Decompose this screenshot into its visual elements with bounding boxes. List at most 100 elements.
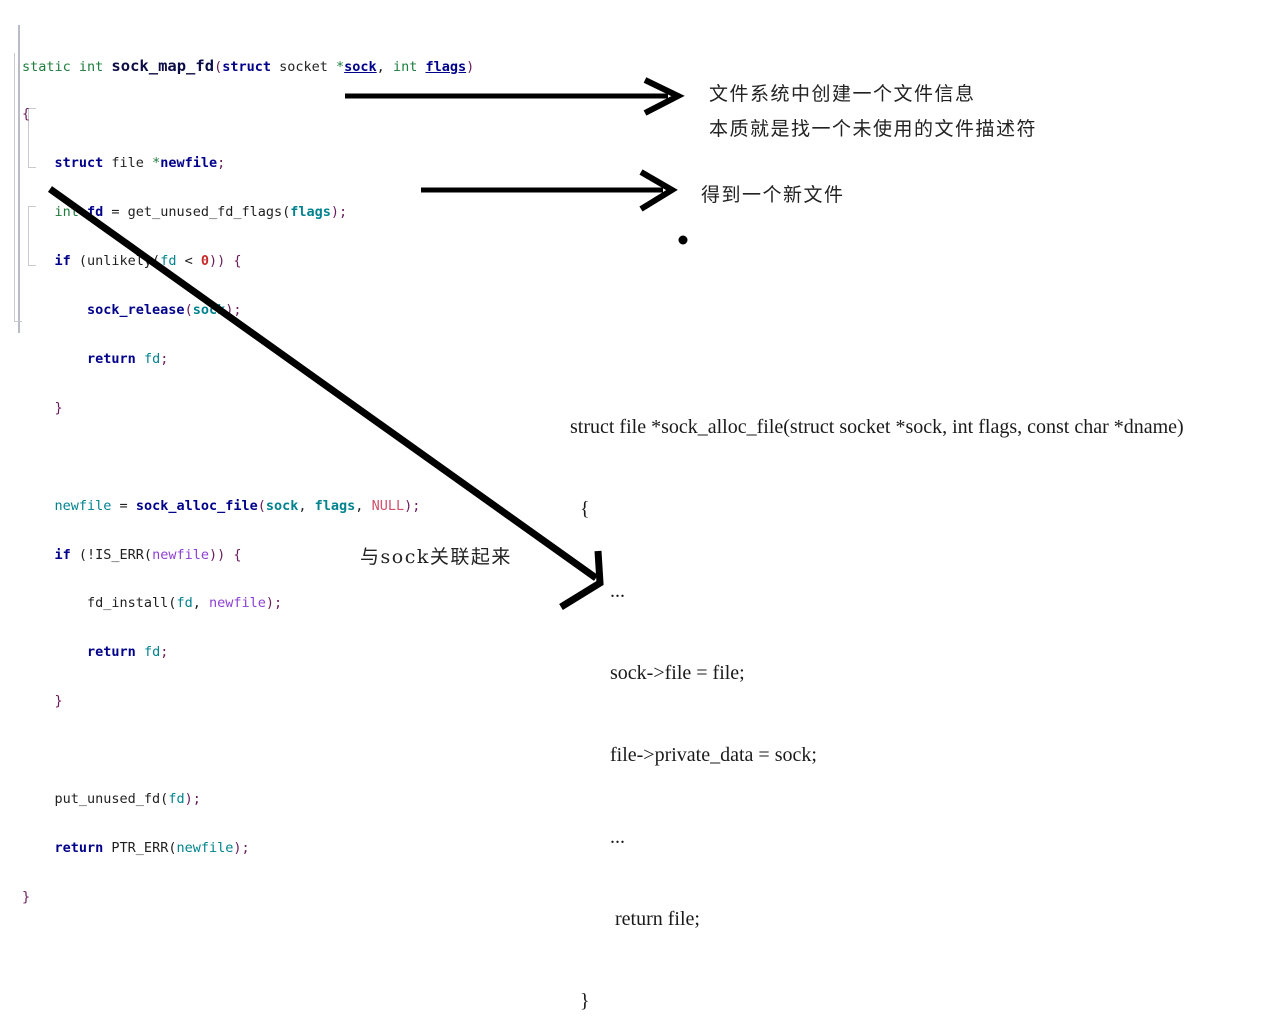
- code-token: return: [87, 644, 136, 661]
- code-token: {: [22, 106, 31, 123]
- code-token: *: [152, 155, 161, 172]
- code-token: ): [466, 58, 475, 75]
- code-token: flags: [314, 497, 356, 514]
- code-token: );: [265, 595, 283, 612]
- code-token: );: [233, 839, 250, 856]
- code-token: ;: [160, 350, 169, 367]
- code-token: int: [54, 204, 88, 221]
- code-token: fd: [143, 644, 161, 661]
- code-token: sock_alloc_file: [135, 497, 258, 514]
- code-token: =: [111, 497, 136, 514]
- code-token: newfile: [54, 497, 112, 514]
- snippet-line: struct file *sock_alloc_file(struct sock…: [570, 416, 1184, 438]
- code-lines: static int sock_map_fd(struct socket *so…: [22, 25, 474, 938]
- code-token: ,: [376, 58, 393, 75]
- code-line: sock_release(sock);: [22, 302, 474, 318]
- code-token: (: [257, 497, 266, 514]
- annotation-note-2: 得到一个新文件: [701, 184, 845, 206]
- code-token: (: [214, 58, 223, 75]
- annotation-note-3: 与sock关联起来: [360, 546, 512, 568]
- code-token: struct: [54, 155, 104, 172]
- code-token: if: [54, 546, 71, 563]
- snippet-line: ...: [570, 580, 625, 602]
- code-token: int: [392, 58, 426, 75]
- snippet-line: sock->file = file;: [570, 662, 745, 684]
- annotation-note-1-line-1: 文件系统中创建一个文件信息: [709, 83, 976, 105]
- code-token: fd_install(: [22, 595, 177, 612]
- code-token: if: [54, 253, 71, 270]
- snippet-line: }: [570, 990, 590, 1012]
- code-token: sock: [192, 302, 226, 319]
- code-editor-panel: static int sock_map_fd(struct socket *so…: [0, 25, 520, 905]
- code-token: );: [225, 302, 242, 319]
- code-token: newfile: [208, 595, 266, 612]
- code-line: return PTR_ERR(newfile);: [22, 840, 474, 856]
- code-token: ,: [298, 497, 315, 514]
- code-token: return: [87, 350, 136, 367]
- code-token: sock: [344, 58, 377, 75]
- code-line: struct file *newfile;: [22, 155, 474, 171]
- code-token: <: [176, 253, 201, 270]
- code-token: );: [330, 204, 348, 221]
- code-token: fd: [143, 350, 161, 367]
- snippet-line: return file;: [570, 908, 700, 930]
- code-token: );: [404, 497, 421, 514]
- code-token: ;: [160, 644, 169, 661]
- code-token: }: [22, 888, 31, 905]
- code-token: ,: [192, 595, 209, 612]
- code-token: ;: [217, 155, 226, 172]
- code-line: }: [22, 693, 474, 709]
- code-token: fd: [176, 595, 193, 612]
- code-token: )) {: [208, 253, 242, 270]
- code-token: }: [22, 399, 63, 416]
- code-token: NULL: [371, 497, 405, 514]
- annotation-note-1-line-2: 本质就是找一个未使用的文件描述符: [709, 118, 1038, 140]
- code-token: *: [336, 58, 345, 75]
- code-token: fd: [168, 790, 185, 807]
- code-token: sock_release: [87, 302, 185, 319]
- scope-guide-outer: [14, 53, 22, 322]
- code-token: struct: [222, 58, 271, 75]
- snippet-line: file->private_data = sock;: [570, 744, 817, 766]
- code-token: (: [184, 302, 193, 319]
- code-token: put_unused_fd(: [22, 790, 169, 807]
- code-line: int fd = get_unused_fd_flags(flags);: [22, 204, 474, 220]
- code-line: newfile = sock_alloc_file(sock, flags, N…: [22, 498, 474, 514]
- code-token: newfile: [160, 155, 218, 172]
- code-token: sock_map_fd: [111, 56, 215, 75]
- code-token: PTR_ERR(: [103, 839, 177, 856]
- code-token: static int: [22, 58, 112, 75]
- code-token: ,: [355, 497, 372, 514]
- snippet-line: ...: [570, 826, 625, 848]
- code-token: fd: [87, 204, 104, 221]
- code-token: return: [54, 839, 104, 856]
- code-token: socket: [270, 58, 337, 75]
- code-token: newfile: [176, 839, 234, 856]
- bullet-dot-marker: [678, 235, 688, 245]
- code-line: return fd;: [22, 644, 474, 660]
- code-token: }: [22, 693, 63, 710]
- code-token: file: [103, 155, 153, 172]
- code-token: (unlikely(: [70, 253, 161, 270]
- code-token: );: [184, 790, 201, 807]
- code-line: {: [22, 106, 474, 122]
- sock-alloc-file-snippet: struct file *sock_alloc_file(struct sock…: [570, 370, 1184, 1036]
- code-line: if (unlikely(fd < 0)) {: [22, 253, 474, 269]
- code-line: }: [22, 400, 474, 416]
- code-token: newfile: [152, 546, 209, 563]
- code-token: )) {: [208, 546, 242, 563]
- code-token: fd: [160, 253, 177, 270]
- code-line: static int sock_map_fd(struct socket *so…: [22, 56, 475, 75]
